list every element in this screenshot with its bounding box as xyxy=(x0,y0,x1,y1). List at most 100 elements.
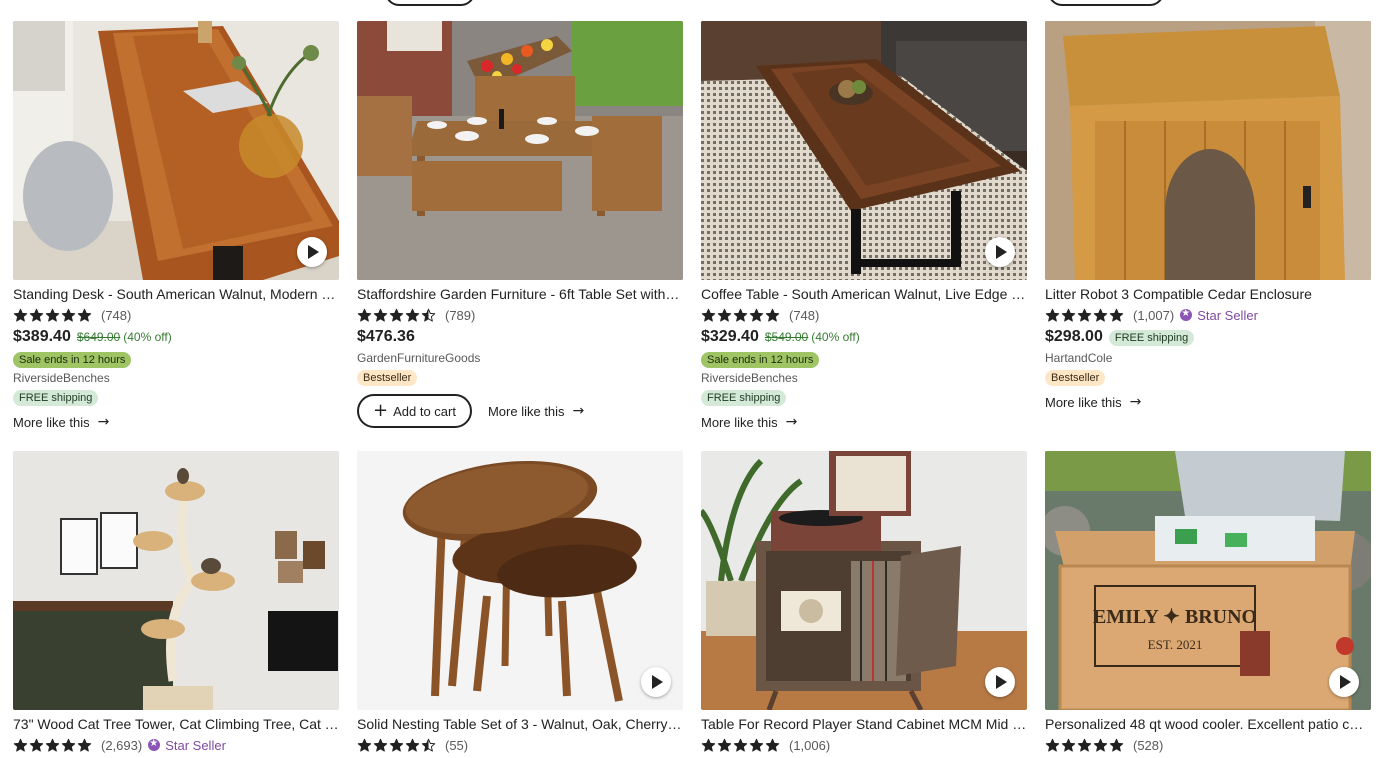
star-icon xyxy=(717,308,732,322)
listing-image[interactable] xyxy=(13,21,339,280)
listing-image[interactable] xyxy=(701,21,1027,280)
more-like-this-link[interactable]: More like this → xyxy=(488,403,584,419)
rating: (528) xyxy=(1045,737,1371,753)
play-video-button[interactable] xyxy=(985,237,1015,267)
star-seller-badge: Star Seller xyxy=(148,737,226,753)
listing-card[interactable]: Table For Record Player Stand Cabinet MC… xyxy=(701,451,1027,753)
shop-name[interactable]: RiversideBenches xyxy=(13,371,339,386)
record-player-stand-photo xyxy=(701,451,1027,710)
garden-furniture-photo xyxy=(357,21,683,280)
star-icon xyxy=(77,308,92,322)
cooler-engraving-names: EMILY ✦ BRUNO xyxy=(1093,606,1257,628)
star-seller-label: Star Seller xyxy=(1197,307,1258,323)
listing-image[interactable] xyxy=(357,21,683,280)
listing-title[interactable]: Litter Robot 3 Compatible Cedar Enclosur… xyxy=(1045,286,1371,302)
rating: (748) xyxy=(13,307,339,323)
star-rating xyxy=(1045,738,1124,753)
star-icon xyxy=(29,738,44,752)
add-to-cart-button[interactable]: + Add to cart xyxy=(357,394,472,428)
listing-card[interactable]: Solid Nesting Table Set of 3 - Walnut, O… xyxy=(357,451,683,753)
listing-image[interactable] xyxy=(701,451,1027,710)
listing-card[interactable]: Litter Robot 3 Compatible Cedar Enclosur… xyxy=(1045,21,1371,410)
add-to-cart-button-above[interactable] xyxy=(385,0,475,6)
play-icon xyxy=(996,675,1007,689)
star-icon xyxy=(61,308,76,322)
star-icon xyxy=(1109,738,1124,752)
star-icon xyxy=(77,738,92,752)
shop-name[interactable]: GardenFurnitureGoods xyxy=(357,351,683,366)
arrow-right-icon: → xyxy=(572,403,585,419)
sale-badge: Sale ends in 12 hours xyxy=(701,352,820,368)
star-icon xyxy=(701,308,716,322)
review-count: (55) xyxy=(445,737,469,753)
star-icon xyxy=(357,738,372,752)
rating: (55) xyxy=(357,737,683,753)
shop-name[interactable]: HartandCole xyxy=(1045,351,1371,366)
listing-title[interactable]: Standing Desk - South American Walnut, M… xyxy=(13,286,339,302)
listing-card[interactable]: Staffordshire Garden Furniture - 6ft Tab… xyxy=(357,21,683,428)
more-like-this-link[interactable]: More like this → xyxy=(1045,394,1371,410)
bestseller-badge: Bestseller xyxy=(357,370,418,386)
price: $476.36 xyxy=(357,328,415,345)
listing-title[interactable]: 73" Wood Cat Tree Tower, Cat Climbing Tr… xyxy=(13,716,339,732)
listing-image[interactable] xyxy=(13,451,339,710)
free-shipping-badge: FREE shipping xyxy=(701,390,787,406)
star-icon xyxy=(45,308,60,322)
more-like-this-link[interactable]: More like this → xyxy=(701,414,1027,430)
cooler-engraving-est: EST. 2021 xyxy=(1148,637,1203,652)
original-price: $649.00 xyxy=(76,330,121,344)
play-icon xyxy=(308,245,319,259)
review-count: (2,693) xyxy=(101,737,143,753)
rating: (748) xyxy=(701,307,1027,323)
star-icon xyxy=(1077,738,1092,752)
star-icon xyxy=(373,738,388,752)
more-like-this-label: More like this xyxy=(487,403,565,419)
listing-card[interactable]: Coffee Table - South American Walnut, Li… xyxy=(701,21,1027,430)
star-seller-badge: Star Seller xyxy=(1180,307,1258,323)
play-icon xyxy=(996,245,1007,259)
listing-card[interactable]: 73" Wood Cat Tree Tower, Cat Climbing Tr… xyxy=(13,451,339,753)
star-seller-badge-icon xyxy=(1180,307,1193,321)
listing-title[interactable]: Coffee Table - South American Walnut, Li… xyxy=(701,286,1027,302)
star-icon xyxy=(765,738,780,752)
card-actions: + Add to cart More like this → xyxy=(357,394,683,428)
star-rating xyxy=(357,738,436,753)
rating: (789) xyxy=(357,307,683,323)
listing-card[interactable]: Standing Desk - South American Walnut, M… xyxy=(13,21,339,430)
star-seller-label: Star Seller xyxy=(165,737,226,753)
listing-title[interactable]: Personalized 48 qt wood cooler. Excellen… xyxy=(1045,716,1371,732)
rating: (1,006) xyxy=(701,737,1027,753)
review-count: (1,007) xyxy=(1133,307,1175,323)
listing-title[interactable]: Staffordshire Garden Furniture - 6ft Tab… xyxy=(357,286,683,302)
cat-tree-photo xyxy=(13,451,339,710)
play-video-button[interactable] xyxy=(297,237,327,267)
listing-image[interactable] xyxy=(1045,21,1371,280)
add-to-cart-button-above[interactable] xyxy=(1048,0,1164,6)
star-icon xyxy=(1093,738,1108,752)
review-count: (748) xyxy=(101,307,132,323)
listing-image[interactable]: EMILY ✦ BRUNO EST. 2021 xyxy=(1045,451,1371,710)
play-video-button[interactable] xyxy=(1329,667,1359,697)
listing-card[interactable]: EMILY ✦ BRUNO EST. 2021 Personalized 48 … xyxy=(1045,451,1371,753)
play-video-button[interactable] xyxy=(985,667,1015,697)
coffee-table-photo xyxy=(701,21,1027,280)
arrow-right-icon: → xyxy=(1129,394,1142,410)
listing-image[interactable] xyxy=(357,451,683,710)
free-shipping-badge: FREE shipping xyxy=(13,390,99,406)
more-like-this-link[interactable]: More like this → xyxy=(13,414,339,430)
star-icon xyxy=(717,738,732,752)
price-row: $298.00 FREE shipping xyxy=(1045,328,1371,348)
discount: (40% off) xyxy=(811,330,860,344)
listing-title[interactable]: Solid Nesting Table Set of 3 - Walnut, O… xyxy=(357,716,683,732)
listing-title[interactable]: Table For Record Player Stand Cabinet MC… xyxy=(701,716,1027,732)
review-count: (528) xyxy=(1133,737,1164,753)
review-count: (1,006) xyxy=(789,737,831,753)
more-like-this-label: More like this xyxy=(13,414,90,430)
star-rating xyxy=(1045,308,1124,323)
star-icon xyxy=(1093,308,1108,322)
play-video-button[interactable] xyxy=(641,667,671,697)
star-icon xyxy=(749,738,764,752)
shop-name[interactable]: RiversideBenches xyxy=(701,371,1027,386)
more-like-this-label: More like this xyxy=(1045,394,1122,410)
star-seller-badge-icon xyxy=(148,737,161,751)
